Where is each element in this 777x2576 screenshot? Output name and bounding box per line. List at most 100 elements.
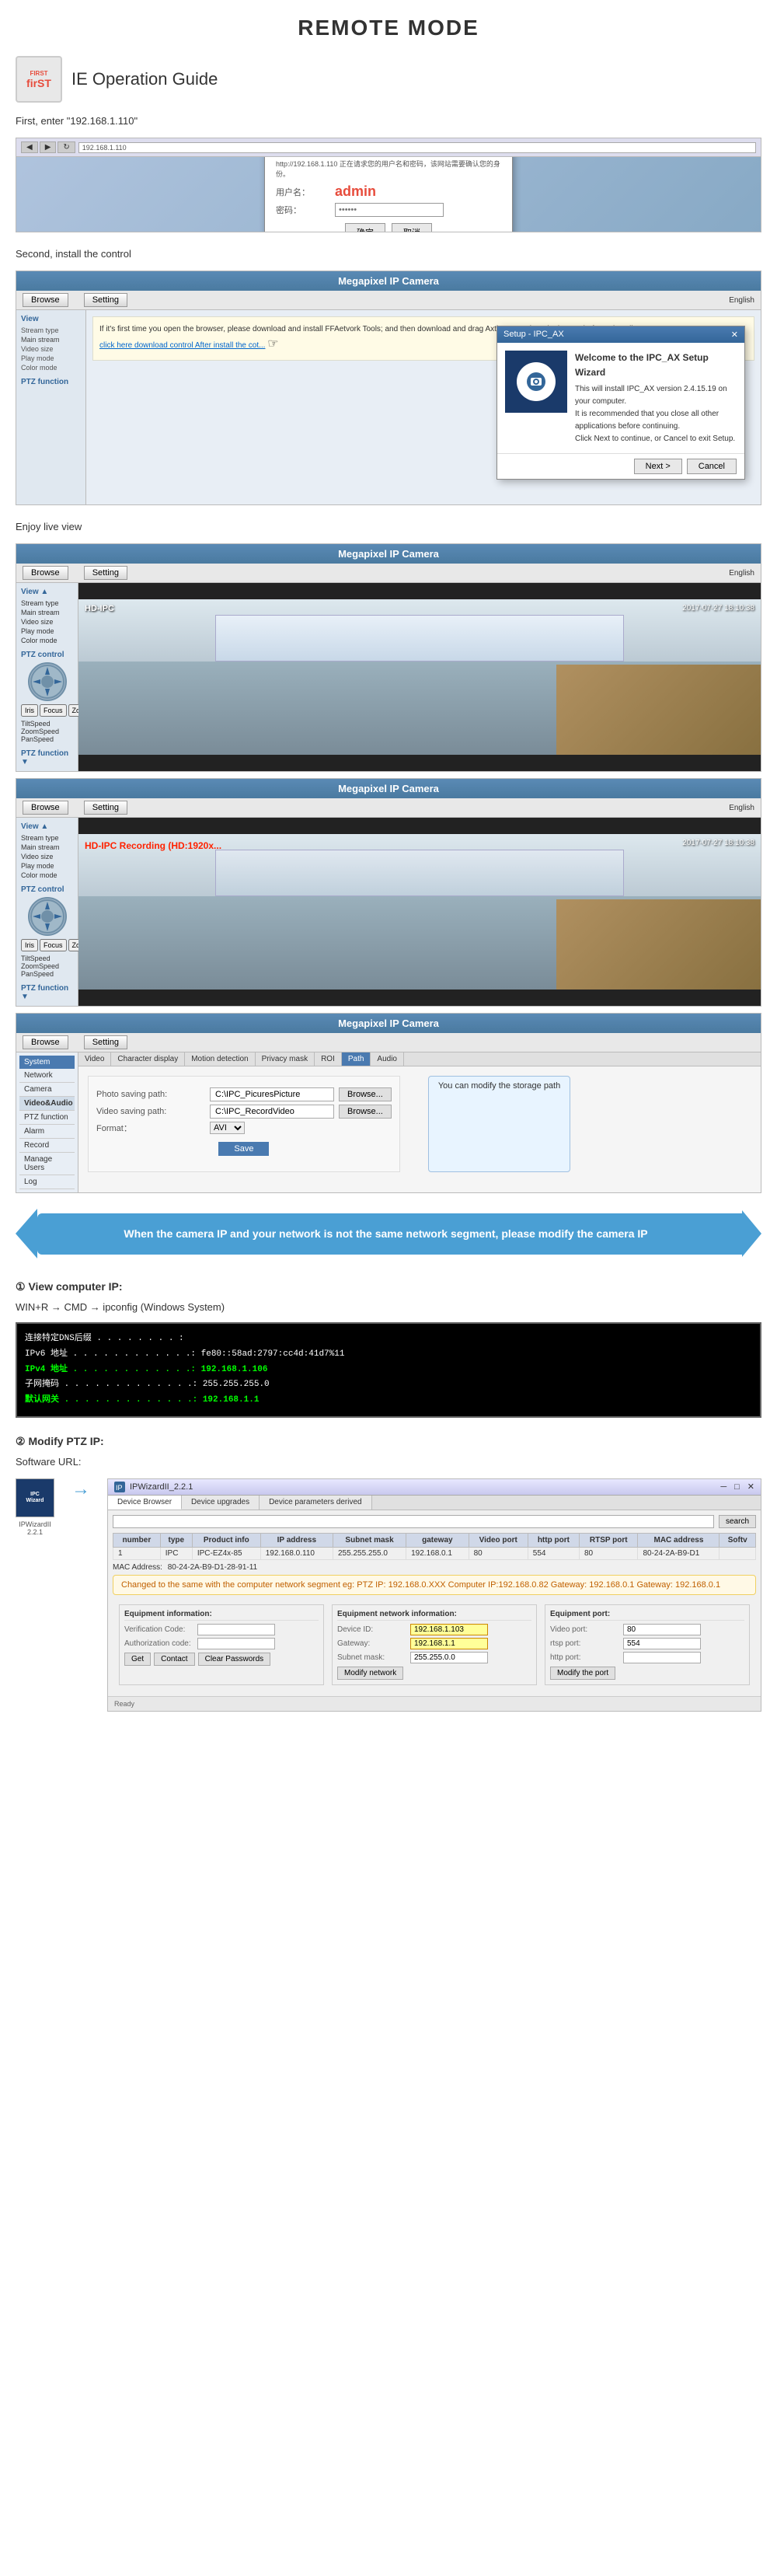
focus-btn-2[interactable]: Focus [40, 939, 67, 951]
vtab-char-display[interactable]: Character display [111, 1052, 185, 1066]
video-port-label: Video port: [550, 1625, 620, 1634]
view-section-title[interactable]: View [21, 315, 81, 323]
language-selector[interactable]: English [729, 296, 754, 305]
lv-setting-btn[interactable]: Setting [84, 566, 127, 580]
nav-log[interactable]: Log [19, 1175, 75, 1189]
ptz-circle-2[interactable] [28, 897, 67, 936]
camera-feed-2: HD-IPC Recording (HD:1920x... 2017-07-27… [78, 834, 761, 990]
nav-refresh[interactable]: ↻ [57, 141, 75, 153]
ptz-function-label[interactable]: PTZ function [21, 378, 81, 386]
vtab-audio[interactable]: Audio [371, 1052, 404, 1066]
subnet-row: Subnet mask: [337, 1652, 531, 1663]
camera-toolbar: Browse Setting English [16, 291, 761, 310]
td-http-port: 554 [528, 1547, 579, 1559]
get-btn[interactable]: Get [124, 1653, 151, 1666]
play-mode-label: Play mode [21, 354, 54, 362]
ok-button[interactable]: 确定 [345, 223, 385, 232]
wizard-minimize-icon[interactable]: ─ [720, 1482, 726, 1492]
nav-network[interactable]: Network [19, 1069, 75, 1083]
dialog-buttons: 确定 取消 [276, 223, 501, 232]
lv2-browse-btn[interactable]: Browse [23, 801, 68, 815]
contact-btn[interactable]: Contact [154, 1653, 194, 1666]
view-title-1[interactable]: View ▲ [21, 588, 73, 596]
iris-btn-1[interactable]: Iris [21, 704, 38, 717]
verify-code-input[interactable] [197, 1624, 275, 1635]
view-title-2[interactable]: View ▲ [21, 822, 73, 831]
nav-back[interactable]: ◀ [21, 141, 38, 153]
arrow-banner-body: When the camera IP and your network is n… [37, 1213, 742, 1255]
cmd-window: 连接特定DNS后缀 . . . . . . . . : IPv6 地址 . . … [16, 1322, 761, 1418]
nav-system[interactable]: System [19, 1056, 75, 1069]
video-browse-btn[interactable]: Browse... [339, 1105, 392, 1119]
nav-forward[interactable]: ▶ [40, 141, 57, 153]
video-port-input[interactable] [623, 1624, 701, 1635]
iris-btn-2[interactable]: Iris [21, 939, 38, 951]
lv2-language-btn[interactable]: English [729, 804, 754, 812]
lv-language-btn[interactable]: English [729, 569, 754, 578]
save-button[interactable]: Save [218, 1142, 269, 1156]
photo-browse-btn[interactable]: Browse... [339, 1087, 392, 1101]
setup-body-line3: Click Next to continue, or Cancel to exi… [575, 433, 737, 445]
photo-path-input[interactable] [210, 1087, 334, 1101]
vtab-roi[interactable]: ROI [315, 1052, 342, 1066]
cancel-button[interactable]: 取消 [392, 223, 432, 232]
password-input[interactable] [335, 203, 444, 217]
vtab-video[interactable]: Video [78, 1052, 111, 1066]
setup-cancel-btn[interactable]: Cancel [687, 459, 737, 474]
modify-port-btn[interactable]: Modify the port [550, 1667, 615, 1680]
wizard-search-input[interactable] [113, 1515, 714, 1528]
wizard-search-btn[interactable]: search [719, 1515, 756, 1528]
vtab-motion-detect[interactable]: Motion detection [185, 1052, 255, 1066]
address-bar[interactable]: 192.168.1.110 [78, 142, 756, 153]
st-setting-btn[interactable]: Setting [84, 1035, 127, 1049]
nav-ptz-function[interactable]: PTZ function [19, 1111, 75, 1125]
format-select[interactable]: AVI MP4 [210, 1122, 245, 1134]
wizard-tab-device-upgrades[interactable]: Device upgrades [182, 1496, 260, 1510]
username-label: 用户名： [276, 186, 330, 198]
browse-btn[interactable]: Browse [23, 293, 68, 307]
modify-network-btn[interactable]: Modify network [337, 1667, 403, 1680]
table-row[interactable]: 1 IPC IPC-EZ4x-85 192.168.0.110 255.255.… [113, 1547, 756, 1559]
rtsp-port-input[interactable] [623, 1638, 701, 1649]
nav-video-audio[interactable]: Video&Audio [19, 1097, 75, 1111]
wizard-maximize-icon[interactable]: □ [734, 1482, 740, 1492]
svg-text:IP: IP [116, 1484, 123, 1492]
ipc-logo-area: IPCWizard IPWizardII2.2.1 [16, 1478, 54, 1536]
lv2-setting-btn[interactable]: Setting [84, 801, 127, 815]
wizard-tab-device-params[interactable]: Device parameters derived [260, 1496, 372, 1510]
ptz-function-2[interactable]: PTZ function ▼ [21, 984, 73, 1001]
http-port-input[interactable] [623, 1652, 701, 1663]
vtab-privacy-mask[interactable]: Privacy mask [256, 1052, 315, 1066]
st-browse-btn[interactable]: Browse [23, 1035, 68, 1049]
wizard-tab-device-browser[interactable]: Device Browser [108, 1496, 182, 1510]
nav-record[interactable]: Record [19, 1139, 75, 1153]
auth-code-input[interactable] [197, 1638, 275, 1649]
nav-alarm[interactable]: Alarm [19, 1125, 75, 1139]
gateway-input[interactable] [410, 1638, 488, 1649]
video-path-input[interactable] [210, 1105, 334, 1119]
login-dialog-container: ◀ ▶ ↻ 192.168.1.110 Windows 安全 ✕ http://… [16, 138, 761, 232]
ptz-circle-1[interactable] [28, 662, 67, 701]
live-time-1: 2017-07-27 18:10:38 [682, 604, 754, 613]
device-id-input[interactable] [410, 1624, 488, 1635]
td-softv [720, 1547, 756, 1559]
setup-close-icon[interactable]: ✕ [731, 330, 738, 340]
wizard-search-bar: search [113, 1515, 756, 1528]
setup-next-btn[interactable]: Next > [634, 459, 682, 474]
step1-instruction: First, enter "192.168.1.110" [0, 110, 777, 131]
wizard-titlebar: IP IPWizardII_2.2.1 ─ □ ✕ [108, 1479, 761, 1496]
vtab-path[interactable]: Path [342, 1052, 371, 1066]
lv-browse-btn[interactable]: Browse [23, 566, 68, 580]
nav-manage-users[interactable]: Manage Users [19, 1153, 75, 1175]
th-type: type [160, 1533, 192, 1547]
clear-pass-btn[interactable]: Clear Passwords [198, 1653, 271, 1666]
subnet-input[interactable] [410, 1652, 488, 1663]
ptz-function-1[interactable]: PTZ function ▼ [21, 749, 73, 766]
video-port-row: Video port: [550, 1624, 744, 1635]
focus-btn-1[interactable]: Focus [40, 704, 67, 717]
equipment-btns: Get Contact Clear Passwords [124, 1653, 319, 1666]
wizard-close-icon[interactable]: ✕ [747, 1482, 754, 1492]
download-control-link[interactable]: click here download control After instal… [99, 341, 265, 350]
setting-btn[interactable]: Setting [84, 293, 127, 307]
nav-camera[interactable]: Camera [19, 1083, 75, 1097]
